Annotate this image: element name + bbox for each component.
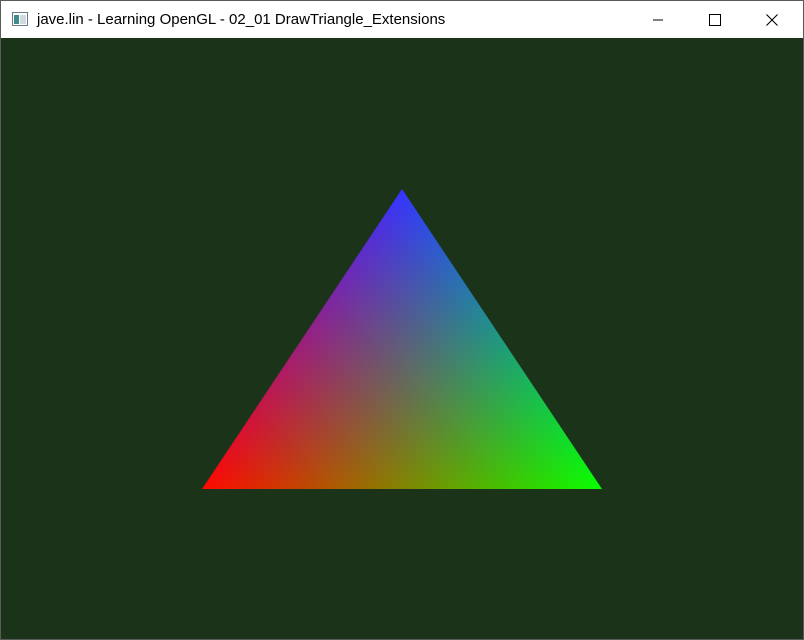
maximize-icon: [709, 13, 721, 26]
scene-canvas: [202, 189, 602, 489]
maximize-button[interactable]: [686, 1, 744, 38]
close-icon: [766, 13, 778, 26]
title-bar[interactable]: jave.lin - Learning OpenGL - 02_01 DrawT…: [1, 1, 803, 38]
close-button[interactable]: [743, 1, 801, 38]
minimize-icon: [653, 19, 663, 20]
minimize-button[interactable]: [629, 1, 687, 38]
app-window: jave.lin - Learning OpenGL - 02_01 DrawT…: [0, 0, 804, 640]
window-title: jave.lin - Learning OpenGL - 02_01 DrawT…: [37, 11, 446, 28]
opengl-viewport[interactable]: [1, 38, 803, 639]
app-icon[interactable]: [12, 12, 28, 26]
triangle-green-layer: [202, 189, 602, 489]
